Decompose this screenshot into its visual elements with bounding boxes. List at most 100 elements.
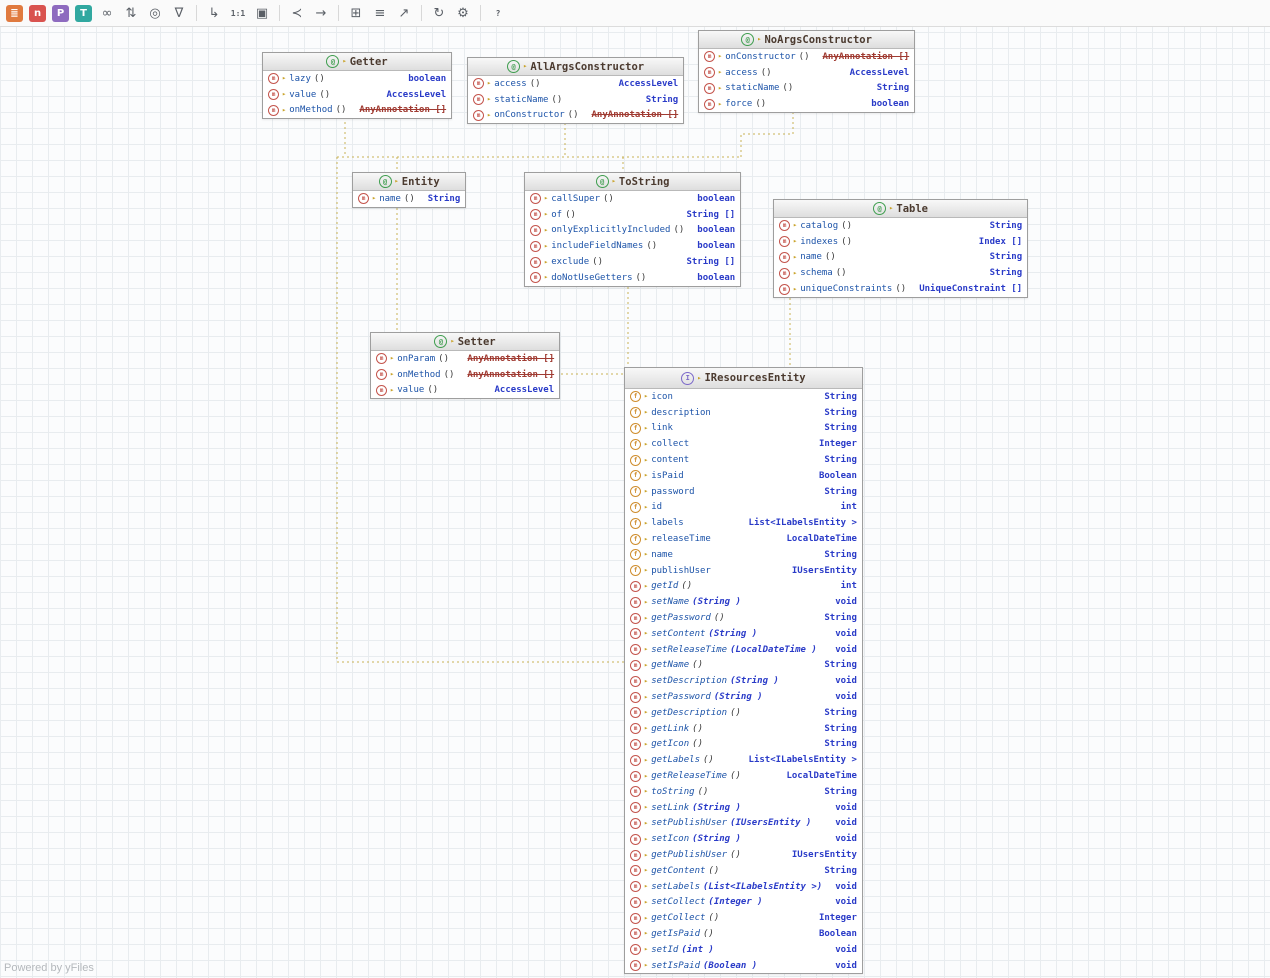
layout-glyph: ≡ [374, 5, 386, 21]
member-row[interactable]: m ▸ onConstructor() AnyAnnotation [] [699, 49, 914, 65]
member-row[interactable]: m ▸ indexes() Index [] [774, 234, 1027, 250]
app-icon-teal[interactable]: T [75, 4, 92, 22]
settings-icon[interactable]: ⚙ [452, 2, 474, 24]
member-row[interactable]: m ▸ setReleaseTime (LocalDateTime ) void [625, 642, 862, 658]
member-list: m ▸ access() AccessLevel m ▸ staticName() Strin… [468, 76, 683, 123]
member-row[interactable]: f ▸ description String [625, 405, 862, 421]
member-row[interactable]: f ▸ password String [625, 484, 862, 500]
jump-to-source-icon[interactable]: → [310, 2, 332, 24]
filter-icon[interactable]: ∇ [168, 2, 190, 24]
member-row[interactable]: m ▸ getLabels() List<ILabelsEntity > [625, 752, 862, 768]
member-row[interactable]: m ▸ doNotUseGetters() boolean [525, 270, 740, 286]
app-icon-red[interactable]: n [29, 4, 46, 22]
member-row[interactable]: m ▸ access() AccessLevel [468, 76, 683, 92]
export-icon[interactable]: ↗ [393, 2, 415, 24]
sort-order-icon[interactable]: ⇅ [120, 2, 142, 24]
refresh-icon[interactable]: ↻ [428, 2, 450, 24]
member-row[interactable]: m ▸ onMethod() AnyAnnotation [] [371, 367, 559, 383]
member-row[interactable]: f ▸ icon String [625, 389, 862, 405]
app-icon-teal-glyph: T [80, 7, 87, 19]
member-row[interactable]: m ▸ setIcon (String ) void [625, 831, 862, 847]
help-icon[interactable]: ? [487, 2, 509, 24]
member-row[interactable]: m ▸ exclude() String [] [525, 254, 740, 270]
class-node-iresources-entity[interactable]: I ▸ IResourcesEntity f ▸ icon String f ▸ descript… [624, 367, 863, 975]
member-row[interactable]: m ▸ getCollect() Integer [625, 910, 862, 926]
member-row[interactable]: m ▸ getIcon() String [625, 737, 862, 753]
class-node-no-args-constructor[interactable]: @ ▸ NoArgsConstructor m ▸ onConstructor() AnyA… [698, 30, 916, 114]
member-row[interactable]: m ▸ catalog() String [774, 218, 1027, 234]
class-header: @ ▸ NoArgsConstructor [699, 31, 915, 49]
method-icon: m [630, 881, 641, 893]
class-node-table[interactable]: @ ▸ Table m ▸ catalog() String m ▸ indexes() Index… [773, 199, 1029, 298]
member-row[interactable]: m ▸ force() boolean [699, 96, 914, 112]
member-type: void [835, 644, 857, 655]
member-row[interactable]: f ▸ releaseTime LocalDateTime [625, 531, 862, 547]
link-icon[interactable]: ∞ [96, 2, 118, 24]
actual-size-icon[interactable]: 1:1 [227, 2, 249, 24]
class-node-to-string[interactable]: @ ▸ ToString m ▸ callSuper() boolean m ▸ of() Stri… [524, 172, 742, 287]
member-row[interactable]: m ▸ of() String [] [525, 207, 740, 223]
member-row[interactable]: m ▸ onConstructor() AnyAnnotation [] [468, 108, 683, 124]
member-row[interactable]: f ▸ collect Integer [625, 436, 862, 452]
layout-icon[interactable]: ≡ [369, 2, 391, 24]
member-row[interactable]: m ▸ getPassword() String [625, 610, 862, 626]
member-row[interactable]: f ▸ link String [625, 421, 862, 437]
member-row[interactable]: m ▸ value() AccessLevel [371, 383, 559, 399]
member-row[interactable]: m ▸ lazy() boolean [263, 71, 451, 87]
toolbar-divider [338, 5, 339, 21]
member-row[interactable]: m ▸ getReleaseTime() LocalDateTime [625, 768, 862, 784]
member-row[interactable]: m ▸ getContent() String [625, 863, 862, 879]
member-row[interactable]: f ▸ name String [625, 547, 862, 563]
member-row[interactable]: m ▸ setLabels (List<ILabelsEntity >) void [625, 879, 862, 895]
member-row[interactable]: m ▸ getLink() String [625, 721, 862, 737]
member-row[interactable]: m ▸ getPublishUser() IUsersEntity [625, 847, 862, 863]
app-icon-purple[interactable]: P [52, 4, 69, 22]
member-row[interactable]: m ▸ name() String [774, 250, 1027, 266]
member-row[interactable]: m ▸ setCollect (Integer ) void [625, 895, 862, 911]
class-node-entity[interactable]: @ ▸ Entity m ▸ name() String [352, 172, 467, 208]
edge-routing-icon[interactable]: ↳ [203, 2, 225, 24]
fit-content-icon[interactable]: ▣ [251, 2, 273, 24]
member-row[interactable]: m ▸ onlyExplicitlyIncluded() boolean [525, 223, 740, 239]
link-glyph: ∞ [101, 5, 113, 21]
member-row[interactable]: m ▸ onParam() AnyAnnotation [] [371, 351, 559, 367]
member-row[interactable]: m ▸ staticName() String [699, 81, 914, 97]
member-row[interactable]: m ▸ setName (String ) void [625, 594, 862, 610]
app-icon-orange[interactable]: ≣ [6, 4, 23, 22]
member-row[interactable]: m ▸ setIsPaid (Boolean ) void [625, 958, 862, 974]
member-row[interactable]: m ▸ getId() int [625, 579, 862, 595]
member-row[interactable]: m ▸ setPassword (String ) void [625, 689, 862, 705]
member-row[interactable]: f ▸ content String [625, 452, 862, 468]
member-row[interactable]: m ▸ callSuper() boolean [525, 191, 740, 207]
member-row[interactable]: f ▸ labels List<ILabelsEntity > [625, 515, 862, 531]
member-row[interactable]: m ▸ access() AccessLevel [699, 65, 914, 81]
member-row[interactable]: m ▸ setContent (String ) void [625, 626, 862, 642]
member-row[interactable]: m ▸ toString() String [625, 784, 862, 800]
member-row[interactable]: m ▸ getDescription() String [625, 705, 862, 721]
member-row[interactable]: m ▸ staticName() String [468, 92, 683, 108]
member-row[interactable]: m ▸ setPublishUser (IUsersEntity ) void [625, 816, 862, 832]
member-row[interactable]: m ▸ name() String [353, 191, 465, 207]
member-row[interactable]: m ▸ onMethod() AnyAnnotation [] [263, 103, 451, 119]
member-row[interactable]: m ▸ value() AccessLevel [263, 87, 451, 103]
member-type: LocalDateTime [786, 534, 857, 545]
member-row[interactable]: m ▸ getIsPaid() Boolean [625, 926, 862, 942]
field-icon: f [630, 517, 641, 529]
member-row[interactable]: f ▸ isPaid Boolean [625, 468, 862, 484]
show-dependencies-icon[interactable]: ≺ [286, 2, 308, 24]
member-row[interactable]: m ▸ includeFieldNames() boolean [525, 238, 740, 254]
member-row[interactable]: m ▸ setDescription (String ) void [625, 673, 862, 689]
visibility-icon[interactable]: ◎ [144, 2, 166, 24]
member-row[interactable]: f ▸ id int [625, 500, 862, 516]
member-row[interactable]: f ▸ publishUser IUsersEntity [625, 563, 862, 579]
member-row[interactable]: m ▸ schema() String [774, 265, 1027, 281]
grid-icon[interactable]: ⊞ [345, 2, 367, 24]
member-row[interactable]: m ▸ uniqueConstraints() UniqueConstraint [] [774, 281, 1027, 297]
member-row[interactable]: m ▸ getName() String [625, 658, 862, 674]
member-row[interactable]: m ▸ setId (int ) void [625, 942, 862, 958]
class-node-getter[interactable]: @ ▸ Getter m ▸ lazy() boolean m ▸ value() AccessLe… [262, 52, 453, 120]
class-node-all-args-constructor[interactable]: @ ▸ AllArgsConstructor m ▸ access() AccessLeve… [467, 57, 685, 125]
member-row[interactable]: m ▸ setLink (String ) void [625, 800, 862, 816]
diagram-canvas[interactable]: @ ▸ Getter m ▸ lazy() boolean m ▸ value() AccessLe… [0, 0, 1270, 978]
class-node-setter[interactable]: @ ▸ Setter m ▸ onParam() AnyAnnotation [] m ▸ onM… [370, 332, 561, 400]
